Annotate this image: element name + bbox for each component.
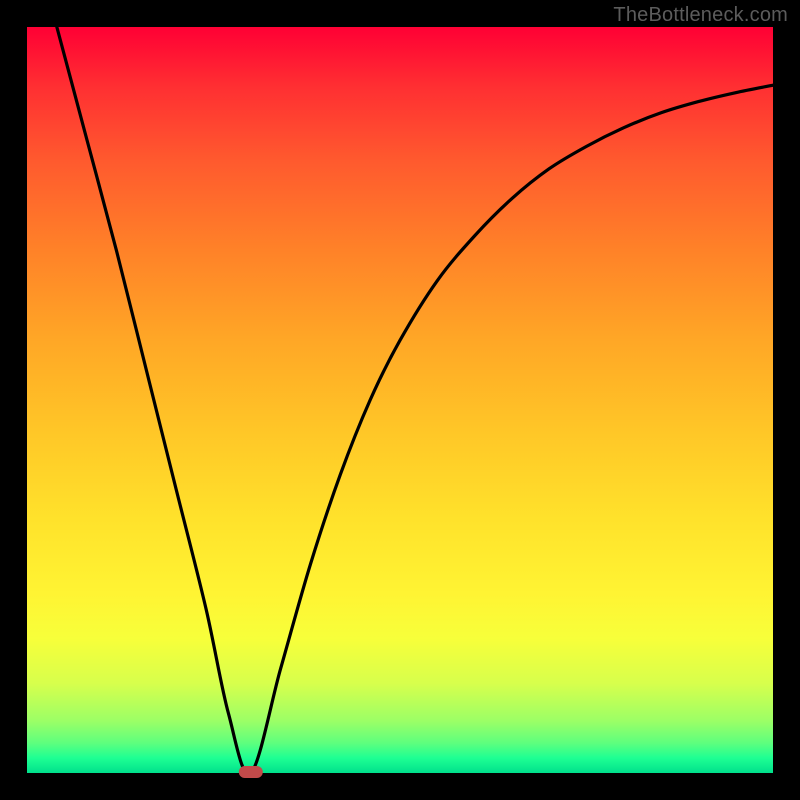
watermark-text: TheBottleneck.com — [613, 4, 788, 27]
curve-path — [57, 27, 773, 774]
chart-frame: TheBottleneck.com — [0, 0, 800, 800]
plot-area — [27, 27, 773, 773]
bottleneck-curve — [27, 27, 773, 773]
min-marker — [239, 766, 263, 778]
